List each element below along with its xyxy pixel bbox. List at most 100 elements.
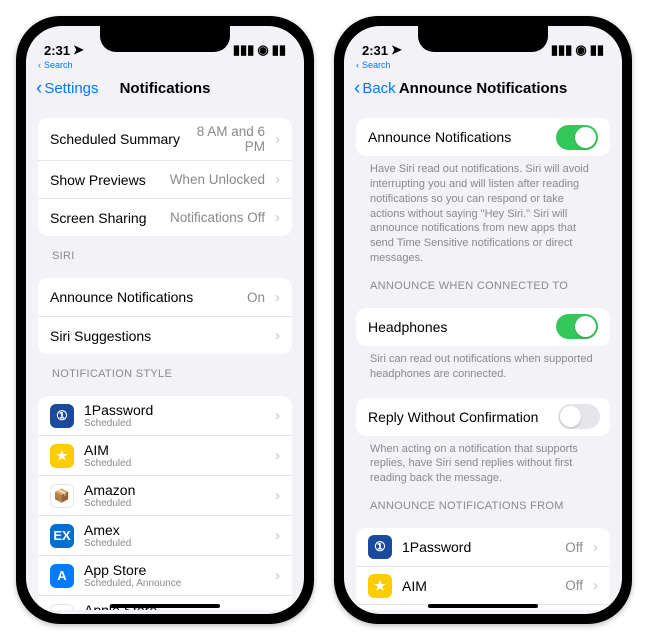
chevron-right-icon: › — [275, 171, 280, 188]
row-value: Notifications Off — [157, 210, 265, 225]
content-right[interactable]: Announce Notifications Have Siri read ou… — [344, 106, 622, 610]
app-icon: ◍ — [50, 604, 74, 611]
chevron-right-icon: › — [275, 327, 280, 344]
status-icons: ▮▮▮ ◉ ▮▮ — [551, 42, 604, 58]
app-icon: ★ — [50, 444, 74, 468]
app-row[interactable]: ① 1Password Scheduled › — [38, 396, 292, 435]
toggle-reply[interactable] — [558, 404, 600, 429]
group-announce: Announce Notifications — [356, 118, 610, 156]
chevron-left-icon: ‹ — [36, 79, 42, 98]
wifi-icon: ◉ — [575, 42, 586, 58]
toggle-announce[interactable] — [556, 125, 598, 150]
chevron-right-icon: › — [275, 447, 280, 464]
phone-left: 2:31➤ ▮▮▮ ◉ ▮▮ ‹Search ‹Settings Notific… — [16, 16, 314, 624]
screen-left: 2:31➤ ▮▮▮ ◉ ▮▮ ‹Search ‹Settings Notific… — [26, 26, 304, 614]
app-sub: Scheduled — [84, 498, 135, 509]
home-indicator[interactable] — [428, 604, 538, 608]
wifi-icon: ◉ — [257, 42, 268, 58]
app-sub: Scheduled — [84, 418, 153, 429]
app-icon: EX — [50, 524, 74, 548]
signal-icon: ▮▮▮ — [233, 42, 254, 58]
app-sub: Scheduled — [84, 538, 131, 549]
toggle-headphones[interactable] — [556, 314, 598, 339]
chevron-left-icon: ‹ — [38, 60, 41, 70]
group-header-siri: SIRI — [38, 236, 292, 266]
screen-right: 2:31➤ ▮▮▮ ◉ ▮▮ ‹Search ‹Back Announce No… — [344, 26, 622, 614]
group-apps: ① 1Password Scheduled › ★ AIM Scheduled … — [38, 396, 292, 610]
battery-icon: ▮▮ — [590, 42, 604, 58]
footer-reply: When acting on a notification that suppo… — [356, 436, 610, 487]
row-show previews[interactable]: Show Previews When Unlocked › — [38, 160, 292, 198]
app-icon: 📦 — [50, 484, 74, 508]
home-indicator[interactable] — [110, 604, 220, 608]
app-row[interactable]: 📦 Amazon Scheduled › — [38, 475, 292, 515]
row-label: Screen Sharing — [50, 210, 147, 226]
chevron-right-icon: › — [275, 527, 280, 544]
chevron-right-icon: › — [275, 567, 280, 584]
chevron-left-icon: ‹ — [354, 79, 360, 98]
status-icons: ▮▮▮ ◉ ▮▮ — [233, 42, 286, 58]
row-reply[interactable]: Reply Without Confirmation — [356, 398, 610, 436]
row-siri suggestions[interactable]: Siri Suggestions › — [38, 316, 292, 354]
footer-headphones: Siri can read out notifications when sup… — [356, 346, 610, 382]
nav-bar: ‹Settings Notifications — [26, 70, 304, 106]
breadcrumb[interactable]: ‹Search — [26, 60, 304, 70]
group-siri: Announce Notifications On › Siri Suggest… — [38, 278, 292, 354]
row-announce notifications[interactable]: Announce Notifications On › — [38, 278, 292, 316]
app-icon: ① — [368, 535, 392, 559]
app-row[interactable]: A App Store Scheduled, Announce › — [38, 555, 292, 595]
footer-announce: Have Siri read out notifications. Siri w… — [356, 156, 610, 266]
row-headphones[interactable]: Headphones — [356, 308, 610, 346]
signal-icon: ▮▮▮ — [551, 42, 572, 58]
app-row[interactable]: ★ AIM Scheduled › — [38, 435, 292, 475]
group-summary: Scheduled Summary 8 AM and 6 PM › Show P… — [38, 118, 292, 236]
row-value: On — [203, 290, 265, 305]
app-name: AIM — [402, 578, 427, 594]
app-icon: ★ — [368, 574, 392, 598]
row-announce[interactable]: Announce Notifications — [356, 118, 610, 156]
row-label: Announce Notifications — [368, 129, 511, 145]
app-value: Off — [481, 540, 583, 555]
app-sub: Scheduled — [84, 458, 131, 469]
group-header-from: ANNOUNCE NOTIFICATIONS FROM — [356, 486, 610, 516]
app-name: 1Password — [402, 539, 471, 555]
row-label: Siri Suggestions — [50, 328, 151, 344]
row-label: Scheduled Summary — [50, 131, 180, 147]
nav-bar: ‹Back Announce Notifications — [344, 70, 622, 106]
row-label: Show Previews — [50, 172, 146, 188]
status-time: 2:31➤ — [362, 42, 402, 58]
chevron-right-icon: › — [275, 289, 280, 306]
group-headphones: Headphones — [356, 308, 610, 346]
app-icon: ① — [50, 404, 74, 428]
notch — [100, 26, 230, 52]
row-screen sharing[interactable]: Screen Sharing Notifications Off › — [38, 198, 292, 236]
status-time: 2:31➤ — [44, 42, 84, 58]
location-icon: ➤ — [391, 42, 402, 58]
app-name: 1Password — [84, 402, 153, 418]
chevron-right-icon: › — [593, 577, 598, 594]
breadcrumb[interactable]: ‹Search — [344, 60, 622, 70]
row-label: Announce Notifications — [50, 289, 193, 305]
app-icon: A — [50, 564, 74, 588]
app-sub: Scheduled, Announce — [84, 578, 181, 589]
chevron-right-icon: › — [275, 407, 280, 424]
row-value: When Unlocked — [156, 172, 265, 187]
chevron-right-icon: › — [275, 607, 280, 610]
chevron-left-icon: ‹ — [356, 60, 359, 70]
notch — [418, 26, 548, 52]
app-row[interactable]: ★ AIM Off › — [356, 566, 610, 604]
row-scheduled summary[interactable]: Scheduled Summary 8 AM and 6 PM › — [38, 118, 292, 160]
app-name: Amazon — [84, 482, 135, 498]
back-button[interactable]: ‹Back — [354, 79, 396, 98]
phone-right: 2:31➤ ▮▮▮ ◉ ▮▮ ‹Search ‹Back Announce No… — [334, 16, 632, 624]
chevron-right-icon: › — [593, 539, 598, 556]
app-row[interactable]: EX Amex Scheduled › — [38, 515, 292, 555]
battery-icon: ▮▮ — [272, 42, 286, 58]
chevron-right-icon: › — [275, 131, 280, 148]
row-label: Reply Without Confirmation — [368, 409, 538, 425]
back-button[interactable]: ‹Settings — [36, 79, 99, 98]
content-left[interactable]: Scheduled Summary 8 AM and 6 PM › Show P… — [26, 106, 304, 610]
group-reply: Reply Without Confirmation — [356, 398, 610, 436]
chevron-right-icon: › — [275, 209, 280, 226]
app-row[interactable]: ① 1Password Off › — [356, 528, 610, 566]
